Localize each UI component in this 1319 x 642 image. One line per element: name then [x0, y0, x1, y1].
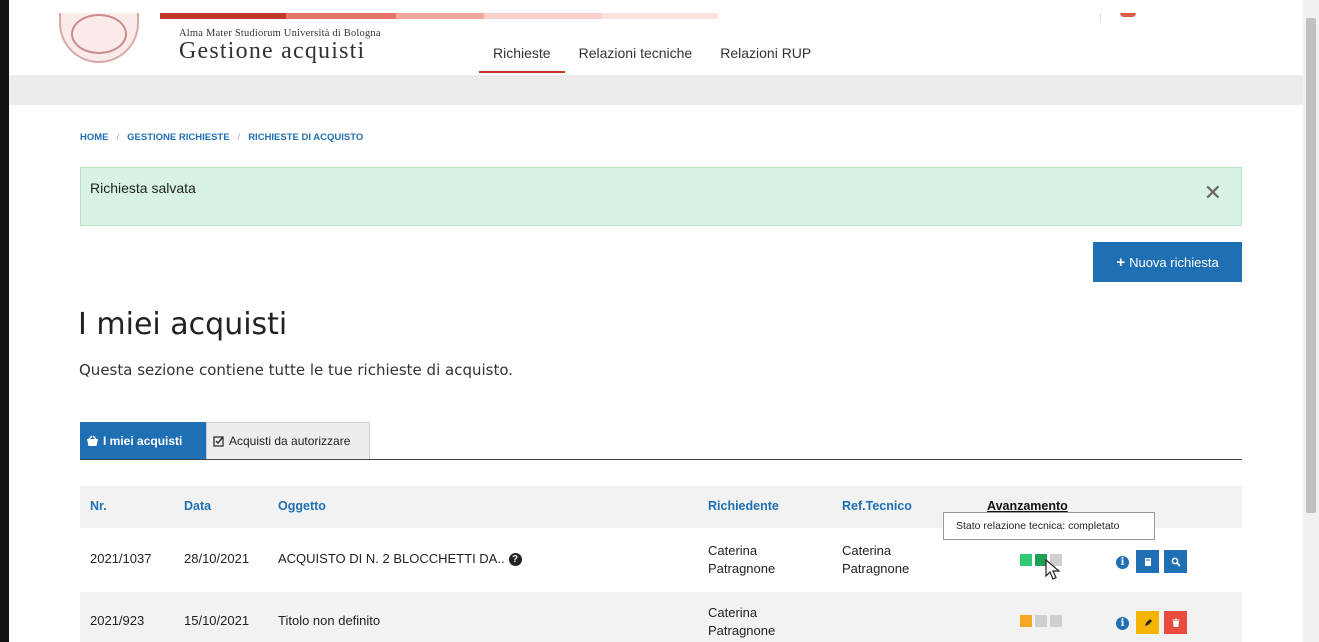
table-row: 2021/923 15/10/2021 Titolo non definito … — [80, 592, 1242, 642]
ref-nome: Caterina — [842, 543, 892, 558]
app-title: Gestione acquisti — [179, 38, 366, 64]
col-nr[interactable]: Nr. — [90, 499, 107, 513]
breadcrumb-separator: / — [116, 132, 120, 143]
nav-relazioni-tecniche[interactable]: Relazioni tecniche — [565, 33, 707, 73]
ref-cognome: Patragnone — [842, 561, 910, 576]
cell-ref-tecnico: Caterina Patragnone — [842, 542, 909, 578]
checkbox-icon — [213, 436, 224, 447]
nav-richieste[interactable]: Richieste — [479, 33, 565, 73]
progress-step-relazione-tecnica[interactable] — [1035, 615, 1047, 627]
question-icon[interactable]: ? — [508, 553, 522, 566]
trash-icon — [1172, 618, 1179, 627]
view-details-button[interactable] — [1164, 550, 1187, 573]
university-seal-logo[interactable] — [59, 13, 139, 63]
basket-icon — [87, 435, 98, 446]
col-oggetto[interactable]: Oggetto — [278, 499, 326, 513]
success-alert: Richiesta salvata ✕ — [80, 167, 1242, 226]
richiedente-nome: Caterina — [708, 605, 758, 620]
progress-indicator — [1020, 615, 1062, 627]
page-subtitle: Questa sezione contiene tutte le tue ric… — [79, 361, 514, 379]
breadcrumb-richieste-acquisto[interactable]: RICHIESTE DI ACQUISTO — [248, 132, 363, 143]
site-header: Alma Mater Studiorum Università di Bolog… — [9, 13, 1303, 75]
header-color-strip — [160, 13, 718, 19]
close-icon[interactable]: ✕ — [1204, 182, 1222, 204]
book-icon — [1144, 557, 1151, 566]
tab-label: I miei acquisti — [103, 433, 183, 448]
mouse-cursor-icon — [1045, 559, 1061, 580]
progress-tooltip: Stato relazione tecnica: completato — [943, 512, 1155, 540]
scrollbar-thumb[interactable] — [1306, 18, 1316, 513]
delete-button[interactable] — [1164, 611, 1187, 634]
tab-label: Acquisti da autorizzare — [229, 434, 351, 448]
progress-step-richiesta[interactable] — [1020, 554, 1032, 566]
plus-icon: + — [1116, 253, 1126, 271]
richiedente-cognome: Patragnone — [708, 623, 776, 638]
page-title: I miei acquisti — [78, 307, 288, 342]
header-divider — [1100, 13, 1101, 20]
cell-data: 28/10/2021 — [184, 551, 250, 566]
cell-data: 15/10/2021 — [184, 613, 250, 628]
richiedente-nome: Caterina — [708, 543, 758, 558]
user-menu-icon[interactable] — [1120, 13, 1136, 17]
new-request-label: Nuova richiesta — [1129, 254, 1219, 270]
cell-nr: 2021/1037 — [90, 551, 152, 566]
cell-richiedente: Caterina Patragnone — [708, 604, 775, 640]
view-report-button[interactable] — [1136, 550, 1159, 573]
progress-step-richiesta[interactable] — [1020, 615, 1032, 627]
info-icon[interactable]: i — [1116, 556, 1129, 569]
breadcrumb-gestione-richieste[interactable]: GESTIONE RICHIESTE — [127, 132, 229, 143]
cell-oggetto: Titolo non definito — [278, 613, 381, 628]
alert-message: Richiesta salvata — [90, 180, 196, 196]
scrollbar[interactable] — [1303, 0, 1319, 642]
tab-miei-acquisti[interactable]: I miei acquisti — [80, 422, 206, 459]
pencil-icon — [1144, 618, 1152, 626]
edit-button[interactable] — [1136, 611, 1159, 634]
breadcrumb: HOME / GESTIONE RICHIESTE / RICHIESTE DI… — [80, 132, 363, 143]
progress-step-rup[interactable] — [1050, 615, 1062, 627]
info-icon[interactable]: i — [1116, 617, 1129, 630]
new-request-button[interactable]: + Nuova richiesta — [1093, 242, 1242, 282]
cell-oggetto: ACQUISTO DI N. 2 BLOCCHETTI DA..? — [278, 551, 522, 566]
search-icon — [1171, 557, 1181, 567]
tab-bar: I miei acquisti Acquisti da autorizzare — [80, 422, 1242, 460]
richiedente-cognome: Patragnone — [708, 561, 776, 576]
col-richiedente[interactable]: Richiedente — [708, 499, 779, 513]
cell-nr: 2021/923 — [90, 613, 145, 628]
col-avanzamento: Avanzamento — [987, 499, 1068, 513]
secondary-bar — [9, 75, 1303, 105]
tab-acquisti-da-autorizzare[interactable]: Acquisti da autorizzare — [206, 422, 370, 459]
cell-richiedente: Caterina Patragnone — [708, 542, 775, 578]
col-ref-tecnico[interactable]: Ref.Tecnico — [842, 499, 912, 513]
oggetto-text: ACQUISTO DI N. 2 BLOCCHETTI DA.. — [278, 551, 505, 566]
left-edge-bar — [0, 0, 9, 642]
main-nav: Richieste Relazioni tecniche Relazioni R… — [479, 33, 825, 73]
breadcrumb-home[interactable]: HOME — [80, 132, 109, 143]
breadcrumb-separator: / — [237, 132, 241, 143]
nav-relazioni-rup[interactable]: Relazioni RUP — [706, 33, 825, 73]
col-data[interactable]: Data — [184, 499, 211, 513]
brand[interactable]: Alma Mater Studiorum Università di Bolog… — [179, 28, 381, 65]
